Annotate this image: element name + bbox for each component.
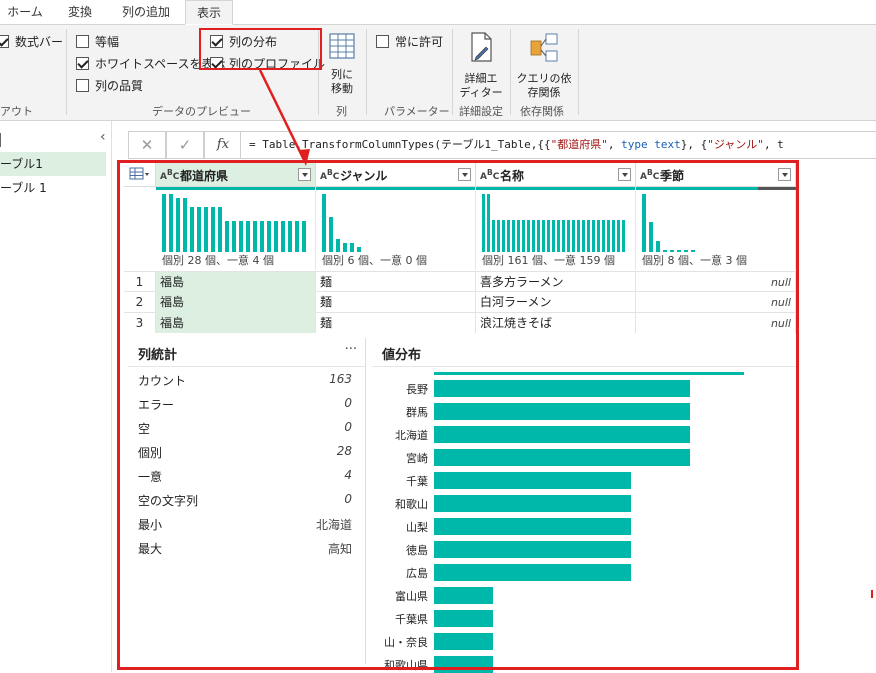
annotation-highlight-profile bbox=[117, 160, 799, 670]
